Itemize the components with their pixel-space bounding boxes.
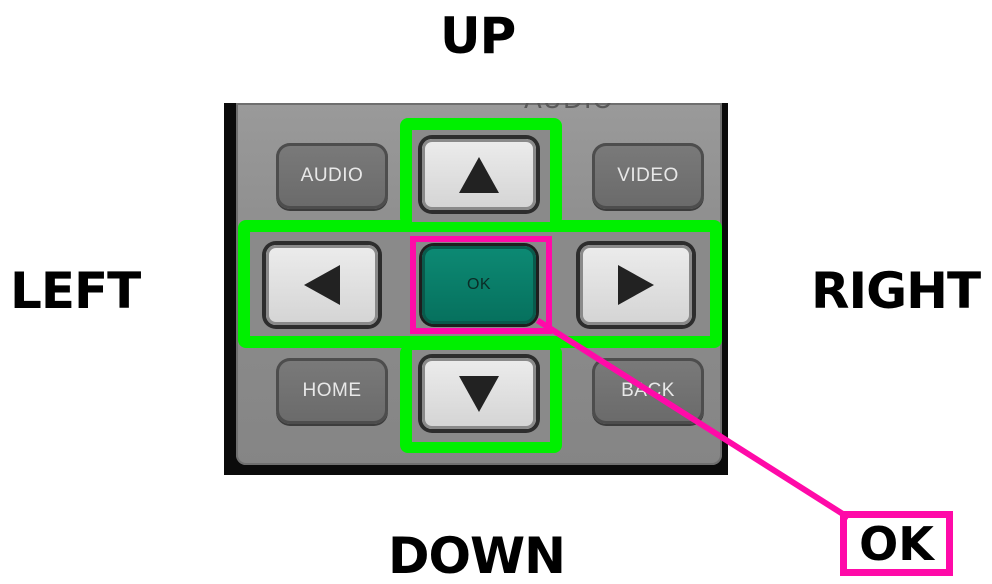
remote-diagram: UP LEFT RIGHT DOWN AUDIO AUDIO VIDEO HOM… (0, 0, 992, 584)
audio-button[interactable]: AUDIO (276, 143, 388, 209)
label-down: DOWN (388, 527, 566, 584)
ok-callout-label: OK (859, 516, 934, 571)
ok-callout-box: OK (840, 511, 953, 576)
left-button[interactable] (266, 245, 378, 325)
down-button[interactable] (422, 358, 536, 429)
triangle-up-icon (459, 156, 499, 193)
label-right: RIGHT (811, 262, 981, 320)
home-button[interactable]: HOME (276, 358, 388, 424)
label-up: UP (440, 7, 516, 65)
up-button[interactable] (422, 139, 536, 210)
triangle-right-icon (618, 265, 654, 305)
audio-button-label: AUDIO (300, 165, 364, 186)
remote-partial-label: AUDIO (524, 103, 614, 115)
video-button[interactable]: VIDEO (592, 143, 704, 209)
right-button[interactable] (580, 245, 692, 325)
ok-highlight-frame (410, 236, 552, 334)
triangle-left-icon (304, 265, 340, 305)
triangle-down-icon (459, 375, 499, 412)
video-button-label: VIDEO (617, 165, 679, 186)
back-button-label: BACK (621, 380, 675, 401)
back-button[interactable]: BACK (592, 358, 704, 424)
home-button-label: HOME (302, 380, 362, 401)
label-left: LEFT (10, 262, 141, 320)
